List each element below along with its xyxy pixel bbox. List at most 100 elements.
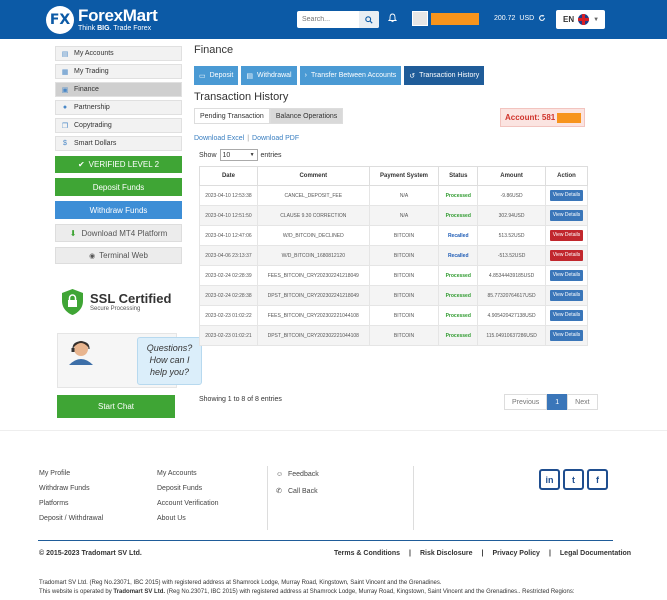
caret-down-icon: ▼ — [593, 16, 600, 23]
cell-comment: DPST_BITCOIN_CRY202302221044108 — [256, 325, 370, 346]
finance-tabs: ▭ Deposit ▤ Withdrawal › Transfer Between A… — [194, 66, 485, 85]
cell-status: Recalled — [438, 225, 479, 246]
table-row: 2023-04-10 12:47:06 W/D_BITCOIN_DECLINED B… — [199, 225, 588, 246]
legal-links: Terms & Conditions | Risk Disclosure | Pri… — [334, 550, 632, 557]
search-button[interactable] — [359, 11, 379, 28]
withdraw-funds-button[interactable]: Withdraw Funds — [55, 201, 182, 219]
deposit-funds-button[interactable]: Deposit Funds — [55, 178, 182, 196]
table-row: 2023-02-23 01:02:22 FEES_BITCOIN_CRY20230… — [199, 305, 588, 326]
language-select[interactable]: EN ▼ — [556, 10, 605, 29]
view-details-button[interactable]: View Details — [550, 310, 583, 321]
col-status[interactable]: Status — [438, 166, 479, 186]
tab-transfer[interactable]: › Transfer Between Accounts — [299, 66, 402, 85]
twitter-icon[interactable]: t — [563, 469, 584, 490]
col-comment[interactable]: Comment — [256, 166, 370, 186]
footer-divider — [413, 466, 414, 530]
table-row: 2023-04-10 12:53:38 CANCEL_DEPOSIT_FEE N/A… — [199, 185, 588, 206]
view-details-button[interactable]: View Details — [550, 270, 583, 281]
facebook-icon[interactable]: f — [587, 469, 608, 490]
table-row: 2023-02-23 01:02:21 DPST_BITCOIN_CRY20230… — [199, 325, 588, 346]
legal-documentation-link[interactable]: Legal Documentation — [560, 550, 631, 557]
footer-link[interactable]: About Us — [157, 511, 218, 526]
view-details-button[interactable]: View Details — [550, 230, 583, 241]
page-1[interactable]: 1 — [547, 394, 568, 410]
footer-link[interactable]: Account Verification — [157, 496, 218, 511]
deposit-icon: ▭ — [199, 72, 206, 80]
verified-level-button[interactable]: ✔ VERIFIED LEVEL 2 — [55, 156, 182, 173]
cell-status: Processed — [438, 305, 479, 326]
cell-comment: CLAUSE 9.30 CORRECTION — [256, 205, 370, 226]
footer-link[interactable]: My Profile — [39, 466, 103, 481]
sidebar-item-copytrading[interactable]: ❐ Copytrading — [55, 118, 182, 133]
download-excel-link[interactable]: Download Excel — [194, 135, 244, 142]
uk-flag-icon — [578, 14, 590, 25]
sidebar-item-finance[interactable]: ▣ Finance — [55, 82, 182, 97]
check-icon: ✔ — [77, 160, 85, 169]
footer-link[interactable]: Deposit / Withdrawal — [39, 511, 103, 526]
download-pdf-link[interactable]: Download PDF — [252, 135, 299, 142]
page-title: Finance — [194, 44, 234, 56]
tab-deposit[interactable]: ▭ Deposit — [194, 66, 239, 85]
subtab-pending[interactable]: Pending Transaction — [194, 108, 270, 124]
view-details-button[interactable]: View Details — [550, 250, 583, 261]
feedback-link[interactable]: ☺ Feedback — [276, 466, 319, 483]
avatar[interactable] — [412, 11, 428, 26]
view-details-button[interactable]: View Details — [550, 210, 583, 221]
view-details-button[interactable]: View Details — [550, 290, 583, 301]
col-date[interactable]: Date — [199, 166, 258, 186]
download-mt4-button[interactable]: ⬇ Download MT4 Platform — [55, 224, 182, 242]
table-row: 2023-02-24 02:28:39 FEES_BITCOIN_CRY20230… — [199, 265, 588, 286]
view-details-button[interactable]: View Details — [550, 330, 583, 341]
search-input[interactable] — [297, 11, 359, 28]
risk-disclosure-link[interactable]: Risk Disclosure — [420, 550, 473, 557]
footer-link[interactable]: My Accounts — [157, 466, 218, 481]
footer-rule — [38, 540, 613, 541]
subtab-balance-operations[interactable]: Balance Operations — [269, 108, 344, 124]
footer-link[interactable]: Platforms — [39, 496, 103, 511]
users-icon: ● — [62, 104, 68, 111]
logo-badge: FX — [46, 6, 74, 34]
page-length-select[interactable]: 10 ▼ — [219, 149, 258, 161]
chat-bubble: Questions? How can I help you? — [137, 337, 202, 385]
footer-link[interactable]: Withdraw Funds — [39, 481, 103, 496]
terms-link[interactable]: Terms & Conditions — [334, 550, 400, 557]
history-icon: ↺ — [409, 72, 416, 80]
cell-payment-system: BITCOIN — [368, 325, 440, 346]
tab-withdrawal[interactable]: ▤ Withdrawal — [241, 66, 297, 85]
page-previous[interactable]: Previous — [504, 394, 548, 410]
view-details-button[interactable]: View Details — [550, 190, 583, 201]
col-payment-system[interactable]: Payment System — [368, 166, 440, 186]
col-action[interactable]: Action — [545, 166, 588, 186]
tab-transaction-history[interactable]: ↺ Transaction History — [404, 66, 485, 85]
cell-action: View Details — [545, 225, 588, 246]
sidebar-item-smart-dollars[interactable]: $ Smart Dollars — [55, 136, 182, 151]
privacy-policy-link[interactable]: Privacy Policy — [492, 550, 539, 557]
refresh-icon[interactable] — [538, 14, 546, 22]
bell-icon[interactable] — [387, 13, 398, 26]
cell-date: 2023-04-10 12:53:38 — [199, 185, 258, 206]
cell-amount: 4.85344439185USD — [477, 265, 547, 286]
cell-payment-system: N/A — [368, 205, 440, 226]
ssl-badge: SSL Certified Secure Processing — [60, 288, 171, 316]
cell-action: View Details — [545, 305, 588, 326]
cell-date: 2023-02-24 02:28:39 — [199, 265, 258, 286]
page-length: Show 10 ▼ entries — [199, 149, 282, 161]
cell-amount: 302.94USD — [477, 205, 547, 226]
col-amount[interactable]: Amount — [477, 166, 547, 186]
cell-payment-system: N/A — [368, 185, 440, 206]
sidebar-item-my-accounts[interactable]: ▤ My Accounts — [55, 46, 182, 61]
start-chat-button[interactable]: Start Chat — [57, 395, 175, 418]
terminal-icon: ◉ — [89, 252, 96, 260]
cell-amount: 4.905420427138USD — [477, 305, 547, 326]
sidebar-item-partnership[interactable]: ● Partnership — [55, 100, 182, 115]
sidebar-item-my-trading[interactable]: ▦ My Trading — [55, 64, 182, 79]
callback-link[interactable]: ✆ Call Back — [276, 483, 319, 500]
sidebar: ▤ My Accounts ▦ My Trading ▣ Finance ● Partn… — [55, 46, 182, 264]
footer-link[interactable]: Deposit Funds — [157, 481, 218, 496]
cell-status: Processed — [438, 205, 479, 226]
page-next[interactable]: Next — [567, 394, 598, 410]
linkedin-icon[interactable]: in — [539, 469, 560, 490]
cell-payment-system: BITCOIN — [368, 305, 440, 326]
terminal-web-button[interactable]: ◉ Terminal Web — [55, 247, 182, 264]
logo[interactable]: FX ForexMart Think BIG. Trade Forex — [46, 5, 158, 35]
